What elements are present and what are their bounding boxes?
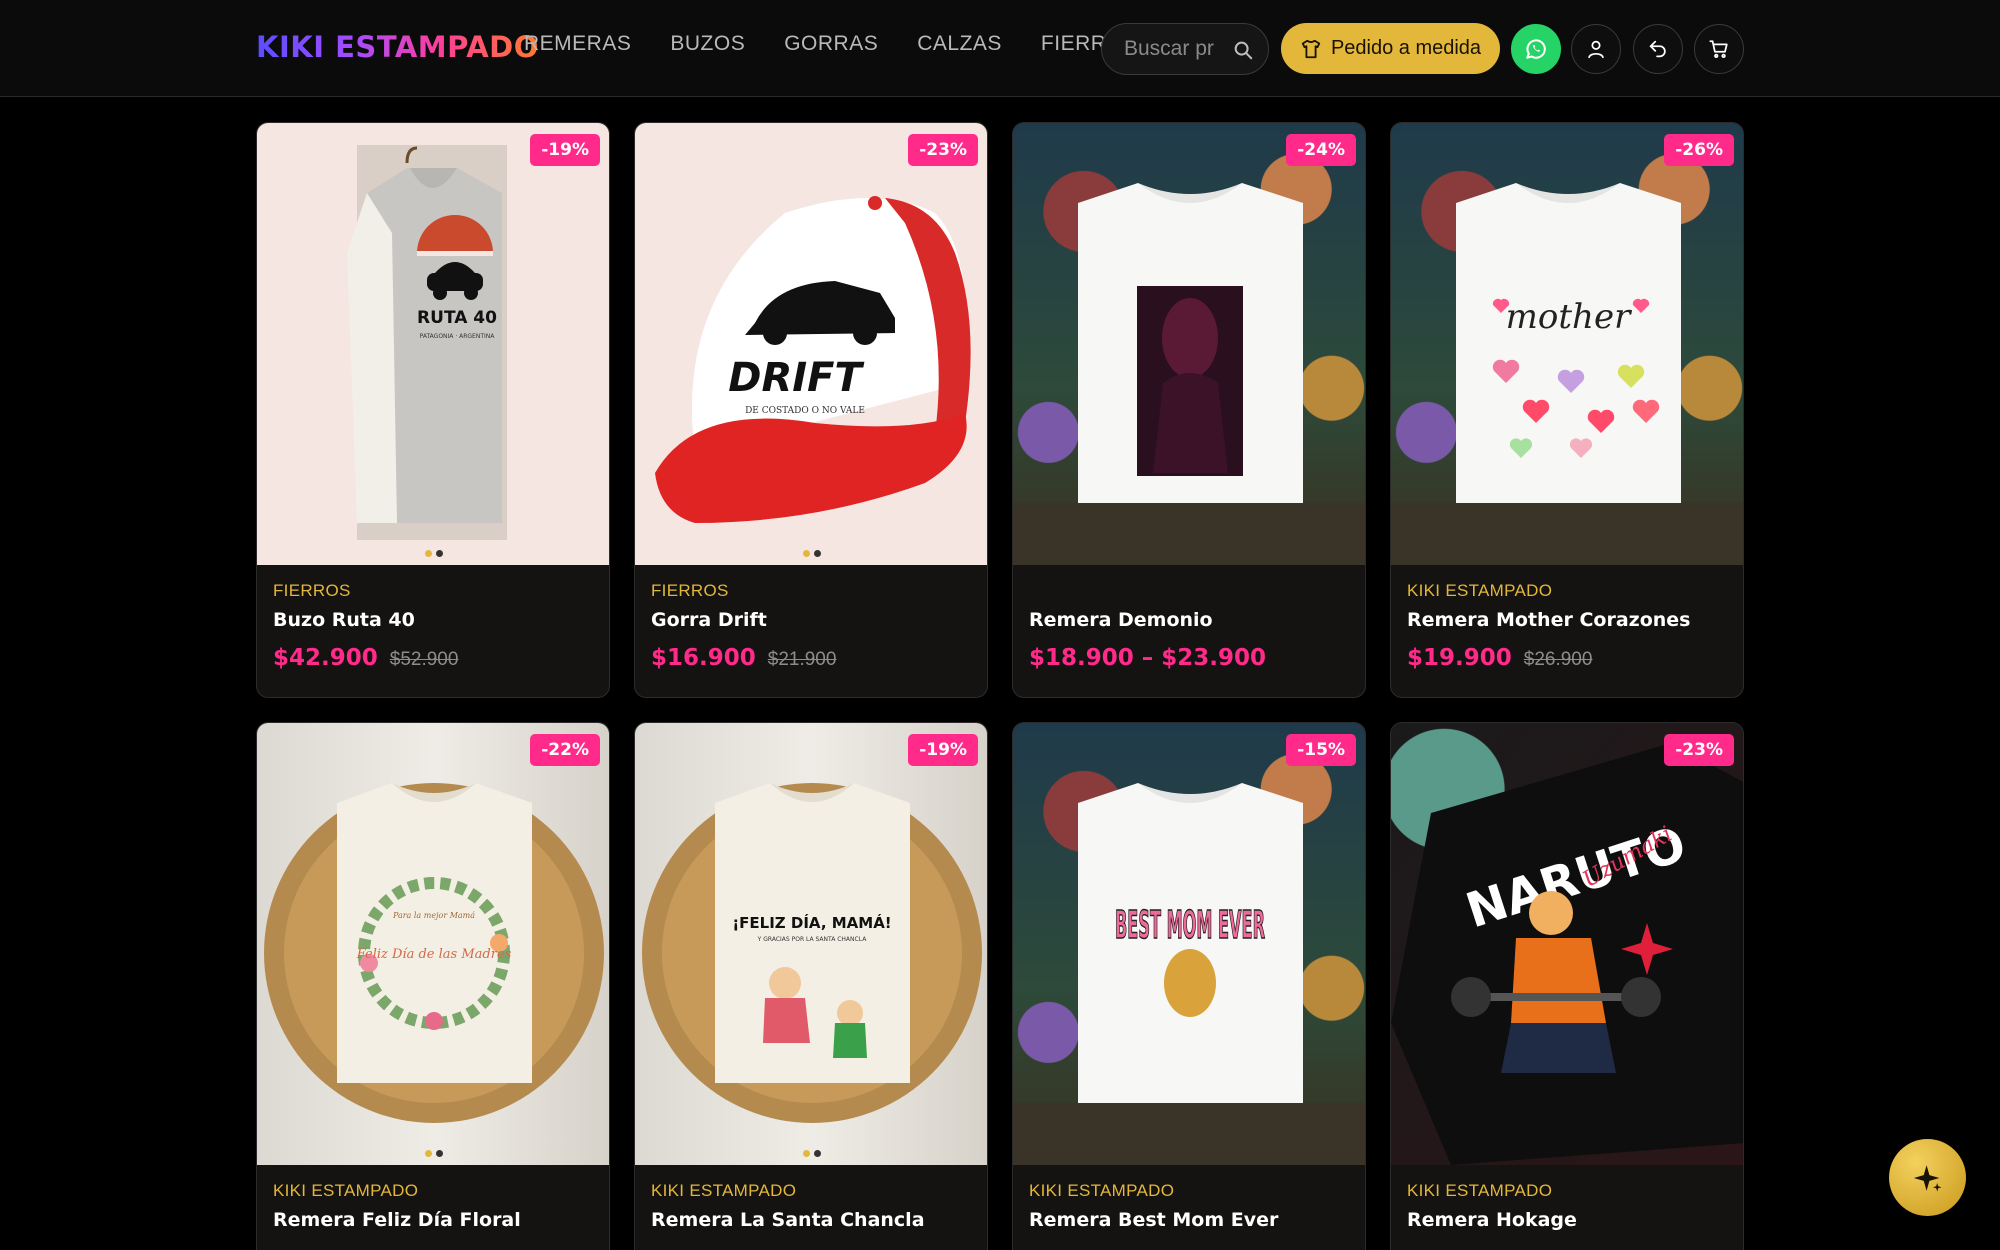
image-carousel-dots[interactable]: [425, 550, 443, 557]
assistant-fab-button[interactable]: [1889, 1139, 1966, 1216]
discount-badge: -24%: [1286, 134, 1356, 166]
product-image[interactable]: ¡FELIZ DÍA, MAMÁ! Y GRACIAS POR LA SANTA…: [635, 723, 987, 1165]
discount-badge: -23%: [908, 134, 978, 166]
image-carousel-dots[interactable]: [803, 550, 821, 557]
tshirt-print-text: Feliz Día de las Madres: [356, 947, 512, 962]
pedido-a-medida-button[interactable]: Pedido a medida: [1281, 23, 1500, 74]
product-title[interactable]: Gorra Drift: [651, 609, 971, 631]
hoodie-image: RUTA 40 PATAGONIA · ARGENTINA: [347, 145, 507, 540]
product-title[interactable]: Remera Best Mom Ever: [1029, 1209, 1349, 1231]
tshirt-image: mother: [1391, 183, 1743, 565]
product-grid: RUTA 40 PATAGONIA · ARGENTINA -19% FIERR…: [256, 122, 1745, 1250]
discount-badge: -15%: [1286, 734, 1356, 766]
search-input[interactable]: [1124, 37, 1234, 61]
product-old-price: $52.900: [389, 649, 459, 670]
undo-icon: [1649, 40, 1666, 58]
pedido-label: Pedido a medida: [1330, 37, 1482, 59]
tshirt-print-subtext: Para la mejor Mamá: [392, 911, 475, 920]
product-title[interactable]: Remera Hokage: [1407, 1209, 1727, 1231]
discount-badge: -26%: [1664, 134, 1734, 166]
cart-button[interactable]: [1694, 24, 1744, 74]
cart-icon: [1709, 40, 1728, 59]
tshirt-image: BEST MOM EVER: [1013, 783, 1365, 1165]
product-image[interactable]: BEST MOM EVER -15%: [1013, 723, 1365, 1165]
back-button[interactable]: [1633, 24, 1683, 74]
product-title[interactable]: Buzo Ruta 40: [273, 609, 593, 631]
product-card[interactable]: BEST MOM EVER -15% KIKI ESTAMPADO Remera…: [1012, 722, 1366, 1250]
product-card[interactable]: ¡FELIZ DÍA, MAMÁ! Y GRACIAS POR LA SANTA…: [634, 722, 988, 1250]
account-button[interactable]: [1571, 24, 1621, 74]
discount-badge: -19%: [530, 134, 600, 166]
product-price: $16.900: [651, 645, 756, 671]
product-card[interactable]: -24% Remera Demonio $18.900 – $23.900: [1012, 122, 1366, 698]
main-nav: REMERAS BUZOS GORRAS CALZAS FIERROS: [524, 32, 1177, 56]
tshirt-print-subtext: Y GRACIAS POR LA SANTA CHANCLA: [757, 936, 868, 943]
product-image[interactable]: NARUTO Uzumaki -23%: [1391, 723, 1743, 1165]
sparkle-icon: [1913, 1164, 1941, 1191]
nav-item-buzos[interactable]: BUZOS: [670, 32, 745, 56]
discount-badge: -19%: [908, 734, 978, 766]
product-image[interactable]: DRIFT DE COSTADO O NO VALE -23%: [635, 123, 987, 565]
search-icon[interactable]: [1232, 39, 1254, 61]
product-image[interactable]: RUTA 40 PATAGONIA · ARGENTINA -19%: [257, 123, 609, 565]
tshirt-image: ¡FELIZ DÍA, MAMÁ! Y GRACIAS POR LA SANTA…: [642, 783, 982, 1123]
product-old-price: $26.900: [1523, 649, 1593, 670]
tshirt-image: Para la mejor Mamá Feliz Día de las Madr…: [264, 783, 604, 1123]
search-box: [1101, 23, 1269, 75]
product-brand: KIKI ESTAMPADO: [1407, 1181, 1553, 1200]
cap-print-subtext: DE COSTADO O NO VALE: [745, 406, 865, 416]
tshirt-image: NARUTO Uzumaki: [1391, 743, 1743, 1165]
user-icon: [1588, 40, 1604, 59]
product-brand: [1029, 581, 1349, 601]
whatsapp-icon: [1526, 39, 1546, 59]
product-image[interactable]: mother -26%: [1391, 123, 1743, 565]
discount-badge: -22%: [530, 734, 600, 766]
product-title[interactable]: Remera Mother Corazones: [1407, 609, 1727, 631]
nav-item-calzas[interactable]: CALZAS: [917, 32, 1002, 56]
product-brand: KIKI ESTAMPADO: [1407, 581, 1553, 600]
product-brand: KIKI ESTAMPADO: [1029, 1181, 1175, 1200]
product-brand: FIERROS: [273, 581, 351, 600]
discount-badge: -23%: [1664, 734, 1734, 766]
product-card[interactable]: mother -26% KIKI ESTAMPADO Remera Mother…: [1390, 122, 1744, 698]
product-card[interactable]: DRIFT DE COSTADO O NO VALE -23% FIERROS …: [634, 122, 988, 698]
product-image[interactable]: -24%: [1013, 123, 1365, 565]
image-carousel-dots[interactable]: [803, 1150, 821, 1157]
product-title[interactable]: Remera Demonio: [1029, 609, 1349, 631]
product-brand: KIKI ESTAMPADO: [273, 1181, 419, 1200]
product-old-price: $21.900: [767, 649, 837, 670]
product-price: $42.900: [273, 645, 378, 671]
hoodie-print-subtext: PATAGONIA · ARGENTINA: [420, 333, 496, 340]
product-price: $18.900 – $23.900: [1029, 645, 1267, 671]
image-carousel-dots[interactable]: [425, 1150, 443, 1157]
product-image[interactable]: Para la mejor Mamá Feliz Día de las Madr…: [257, 723, 609, 1165]
product-price: $19.900: [1407, 645, 1512, 671]
nav-item-remeras[interactable]: REMERAS: [524, 32, 631, 56]
product-title[interactable]: Remera Feliz Día Floral: [273, 1209, 593, 1231]
nav-item-gorras[interactable]: GORRAS: [784, 32, 878, 56]
product-brand: FIERROS: [651, 581, 729, 600]
tshirt-print-text: mother: [1506, 297, 1632, 337]
tshirt-print-text: BEST MOM EVER: [1115, 903, 1265, 947]
site-header: KIKI ESTAMPADO REMERAS BUZOS GORRAS CALZ…: [0, 0, 2000, 97]
cap-image: DRIFT DE COSTADO O NO VALE: [655, 196, 971, 523]
shirt-icon: [1301, 39, 1321, 58]
product-card[interactable]: Para la mejor Mamá Feliz Día de las Madr…: [256, 722, 610, 1250]
tshirt-image: [1013, 183, 1365, 565]
product-card[interactable]: NARUTO Uzumaki -23% KIKI ESTAMPADO Remer…: [1390, 722, 1744, 1250]
product-brand: KIKI ESTAMPADO: [651, 1181, 797, 1200]
tshirt-print-text: ¡FELIZ DÍA, MAMÁ!: [732, 913, 891, 932]
product-card[interactable]: RUTA 40 PATAGONIA · ARGENTINA -19% FIERR…: [256, 122, 610, 698]
whatsapp-button[interactable]: [1511, 24, 1561, 74]
hoodie-print-text: RUTA 40: [417, 308, 497, 328]
cap-print-text: DRIFT: [728, 355, 864, 401]
site-logo[interactable]: KIKI ESTAMPADO: [256, 30, 539, 64]
product-title[interactable]: Remera La Santa Chancla: [651, 1209, 971, 1231]
